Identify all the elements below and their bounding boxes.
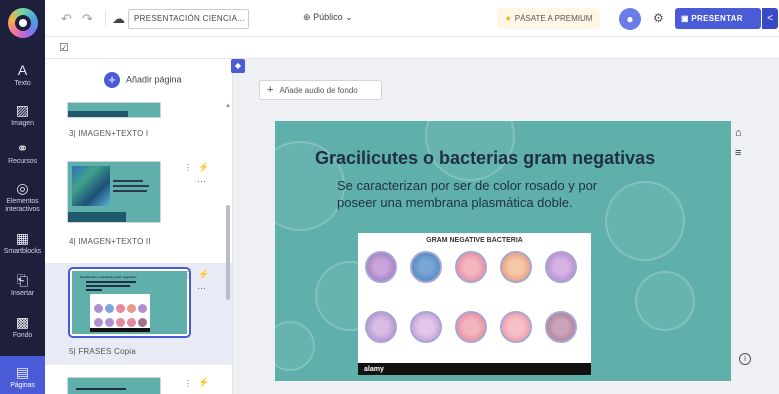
add-page-label: Añadir página <box>126 74 182 85</box>
text-icon: A <box>17 62 28 78</box>
page-thumbnail-6[interactable] <box>67 377 161 394</box>
rail-item-label: Páginas <box>10 382 35 389</box>
alamy-watermark: alamy <box>364 366 384 373</box>
pages-icon: ▤ <box>15 364 30 380</box>
rail-item-image[interactable]: ▨ Imagen <box>0 102 45 128</box>
premium-button[interactable]: ★ PÁSATE A PREMIUM <box>497 8 600 29</box>
star-icon: ★ <box>504 14 512 23</box>
chevron-down-icon: ⌄ <box>345 12 353 22</box>
insert-icon: ⎗ <box>16 272 29 288</box>
rail-item-pages[interactable]: ▤ Páginas <box>0 356 45 394</box>
plus-icon: + <box>267 84 274 96</box>
more-options-icon[interactable]: ⋯ <box>197 176 207 187</box>
home-icon[interactable]: ⌂ <box>735 127 742 139</box>
page-thumbnail-4[interactable] <box>67 161 161 223</box>
resources-icon: ⚭ <box>16 140 29 156</box>
bacteria-image[interactable]: GRAM NEGATIVE BACTERIA alamy <box>358 233 591 375</box>
share-button[interactable]: < <box>762 8 778 29</box>
rail-item-label: Fondo <box>12 332 33 339</box>
bacteria-circle <box>455 251 487 283</box>
page-drag-handle-icon[interactable]: ⋮ <box>184 270 192 279</box>
rail-item-insert[interactable]: ⎗ Insertar <box>0 272 45 298</box>
present-icon: ▣ <box>681 14 689 23</box>
pages-scrollbar[interactable] <box>226 205 230 300</box>
background-icon: ▩ <box>15 314 30 330</box>
rail-item-background[interactable]: ▩ Fondo <box>0 314 45 340</box>
rail-item-label: Recursos <box>8 158 37 165</box>
visibility-label: Público <box>313 12 343 22</box>
premium-label: PÁSATE A PREMIUM <box>514 14 593 23</box>
rail-item-label: Smartblocks <box>3 248 42 255</box>
share-icon: < <box>767 13 773 24</box>
menu-icon[interactable]: ≡ <box>735 147 741 159</box>
page-label-3: 3| IMAGEN+TEXTO I <box>69 129 149 138</box>
checkbox-icon[interactable]: ☑ <box>59 41 69 54</box>
page-drag-handle-icon[interactable]: ⋮ <box>184 379 192 388</box>
presentation-title-field[interactable]: PRESENTACIÓN CIENCIA... <box>128 9 249 29</box>
bacteria-circle <box>410 311 442 343</box>
page-thumbnail-3[interactable] <box>67 102 161 118</box>
pin-icon[interactable]: ◆ <box>231 59 245 73</box>
magic-wand-icon[interactable]: ⚡ <box>198 162 209 173</box>
more-options-icon[interactable]: ⋯ <box>197 283 207 294</box>
bacteria-circle <box>545 311 577 343</box>
left-rail: A Texto ▨ Imagen ⚭ Recursos ◎ Elementos … <box>0 0 45 394</box>
settings-icon[interactable]: ⚙ <box>653 11 664 25</box>
bacteria-circle <box>365 251 397 283</box>
top-bar: ↶ ↷ ☁ PRESENTACIÓN CIENCIA... ⊕ Público … <box>45 0 779 37</box>
pages-panel: + Añadir página 3| IMAGEN+TEXTO I ⚡ ⋯ ⋮ 4… <box>45 59 233 394</box>
slide-canvas[interactable]: Gracilicutes o bacterias gram negativas … <box>275 121 731 381</box>
bacteria-circle <box>410 251 442 283</box>
rail-item-label: Imagen <box>11 120 34 127</box>
present-button[interactable]: ▣ PRESENTAR <box>675 8 761 29</box>
bacteria-circle <box>455 311 487 343</box>
bacteria-circle <box>365 311 397 343</box>
toolbar-divider <box>105 11 106 27</box>
image-icon: ▨ <box>15 102 30 118</box>
magic-wand-icon[interactable]: ⚡ <box>198 269 209 280</box>
bacteria-circle <box>500 311 532 343</box>
rail-item-label: Texto <box>14 80 31 87</box>
page-label-5: 5| FRASES Copia <box>69 347 136 356</box>
info-icon[interactable]: i <box>739 353 751 365</box>
add-page-button[interactable]: + Añadir página <box>104 72 182 88</box>
plus-icon: + <box>104 72 120 88</box>
rail-item-text[interactable]: A Texto <box>0 62 45 88</box>
user-avatar[interactable]: ● <box>619 8 641 30</box>
slide-title[interactable]: Gracilicutes o bacterias gram negativas <box>315 148 655 169</box>
rail-item-resources[interactable]: ⚭ Recursos <box>0 140 45 166</box>
page-drag-handle-icon[interactable]: ⋮ <box>184 163 192 172</box>
rail-item-smartblocks[interactable]: ▦ Smartblocks <box>0 230 45 256</box>
rail-item-label: Insertar <box>11 290 34 297</box>
image-watermark-bar: alamy <box>358 363 591 375</box>
add-audio-button[interactable]: + Añade audio de fondo <box>259 80 382 100</box>
interactive-icon: ◎ <box>16 180 29 196</box>
redo-icon[interactable]: ↷ <box>82 11 93 27</box>
slide-body-text[interactable]: Se caracterizan por ser de color rosado … <box>337 177 607 211</box>
page-thumbnail-5[interactable]: Gracilicutes o bacterias gram negativas <box>68 267 191 338</box>
bacteria-circle <box>545 251 577 283</box>
undo-icon[interactable]: ↶ <box>61 11 72 27</box>
smartblocks-icon: ▦ <box>15 230 30 246</box>
page-label-4: 4| IMAGEN+TEXTO II <box>69 237 151 246</box>
visibility-dropdown[interactable]: ⊕ Público ⌄ <box>303 12 353 23</box>
bacteria-circle <box>500 251 532 283</box>
add-audio-label: Añade audio de fondo <box>279 86 358 95</box>
present-label: PRESENTAR <box>691 14 743 23</box>
cloud-save-icon: ☁ <box>112 11 125 26</box>
globe-icon: ⊕ <box>303 12 311 22</box>
thumbnail-title: Gracilicutes o bacterias gram negativas <box>80 275 137 279</box>
rail-item-label: Elementos interactivos <box>5 198 40 213</box>
genially-logo-icon[interactable] <box>8 8 38 38</box>
magic-wand-icon[interactable]: ⚡ <box>198 377 209 388</box>
sub-toolbar: ☑ <box>45 37 779 59</box>
scroll-up-arrow-icon[interactable]: ▲ <box>225 103 231 109</box>
image-title-text: GRAM NEGATIVE BACTERIA <box>426 237 523 244</box>
rail-item-interactive[interactable]: ◎ Elementos interactivos <box>0 180 45 214</box>
